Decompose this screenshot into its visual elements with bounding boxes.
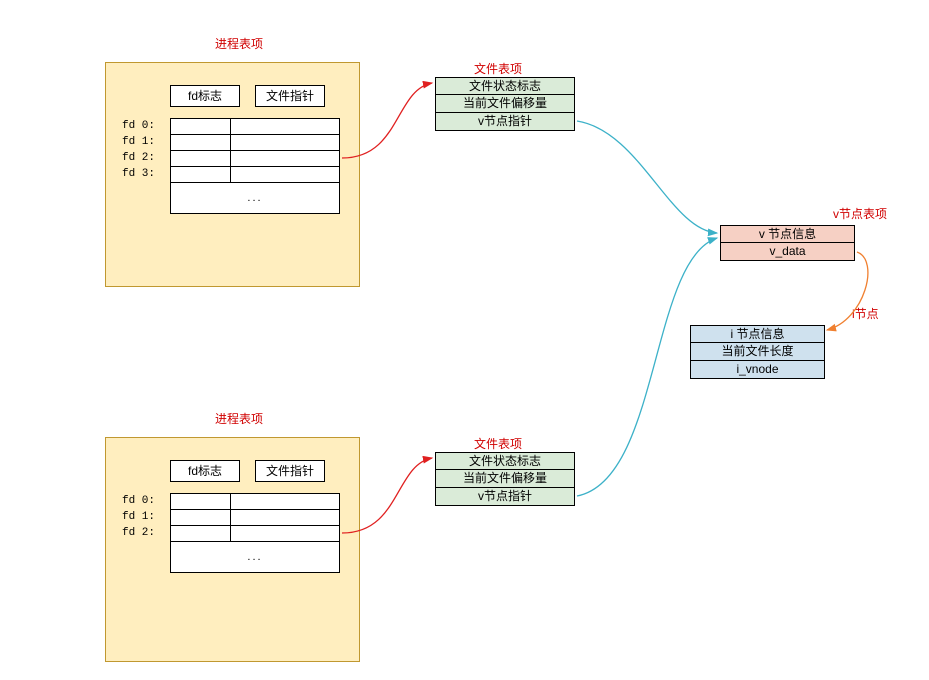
proc1-fd2: fd 2: [122,152,155,164]
file1-box: 文件状态标志 当前文件偏移量 v节点指针 [435,77,575,131]
file1-r2: 当前文件偏移量 [435,95,575,113]
table-row [171,135,340,151]
inode-r3: i_vnode [690,361,825,379]
table-row [171,151,340,167]
file2-r1: 文件状态标志 [435,452,575,470]
table-row: ... [171,542,340,573]
file1-r1: 文件状态标志 [435,77,575,95]
file2-title: 文件表项 [474,435,522,452]
proc1-title: 进程表项 [215,35,263,52]
table-row [171,494,340,510]
table-row [171,167,340,183]
file1-title: 文件表项 [474,60,522,77]
vnode-box: v 节点信息 v_data [720,225,855,261]
file1-r3: v节点指针 [435,113,575,131]
file2-box: 文件状态标志 当前文件偏移量 v节点指针 [435,452,575,506]
table-row: ... [171,183,340,214]
inode-r1: i 节点信息 [690,325,825,343]
proc2-fd0: fd 0: [122,495,155,507]
proc1-col-fd: fd标志 [170,85,240,107]
table-row [171,526,340,542]
inode-r2: 当前文件长度 [690,343,825,361]
vnode-r1: v 节点信息 [720,225,855,243]
vnode-r2: v_data [720,243,855,261]
table-row [171,119,340,135]
proc1-fd0: fd 0: [122,120,155,132]
proc1-col-ptr: 文件指针 [255,85,325,107]
proc2-title: 进程表项 [215,410,263,427]
vnode-title: v节点表项 [833,205,887,222]
proc2-col-ptr: 文件指针 [255,460,325,482]
arrow-file1-vnode [577,121,717,233]
file2-r2: 当前文件偏移量 [435,470,575,488]
proc2-col-fd: fd标志 [170,460,240,482]
proc2-fd2: fd 2: [122,527,155,539]
diagram-stage: { "proc1": { "title": "进程表项", "col_fd": … [0,0,929,680]
file2-r3: v节点指针 [435,488,575,506]
proc1-fd1: fd 1: [122,136,155,148]
proc2-grid: ... [170,493,340,573]
inode-title: i节点 [852,305,879,322]
inode-box: i 节点信息 当前文件长度 i_vnode [690,325,825,379]
proc1-grid: ... [170,118,340,214]
table-row [171,510,340,526]
proc2-fd1: fd 1: [122,511,155,523]
proc1-fd3: fd 3: [122,168,155,180]
